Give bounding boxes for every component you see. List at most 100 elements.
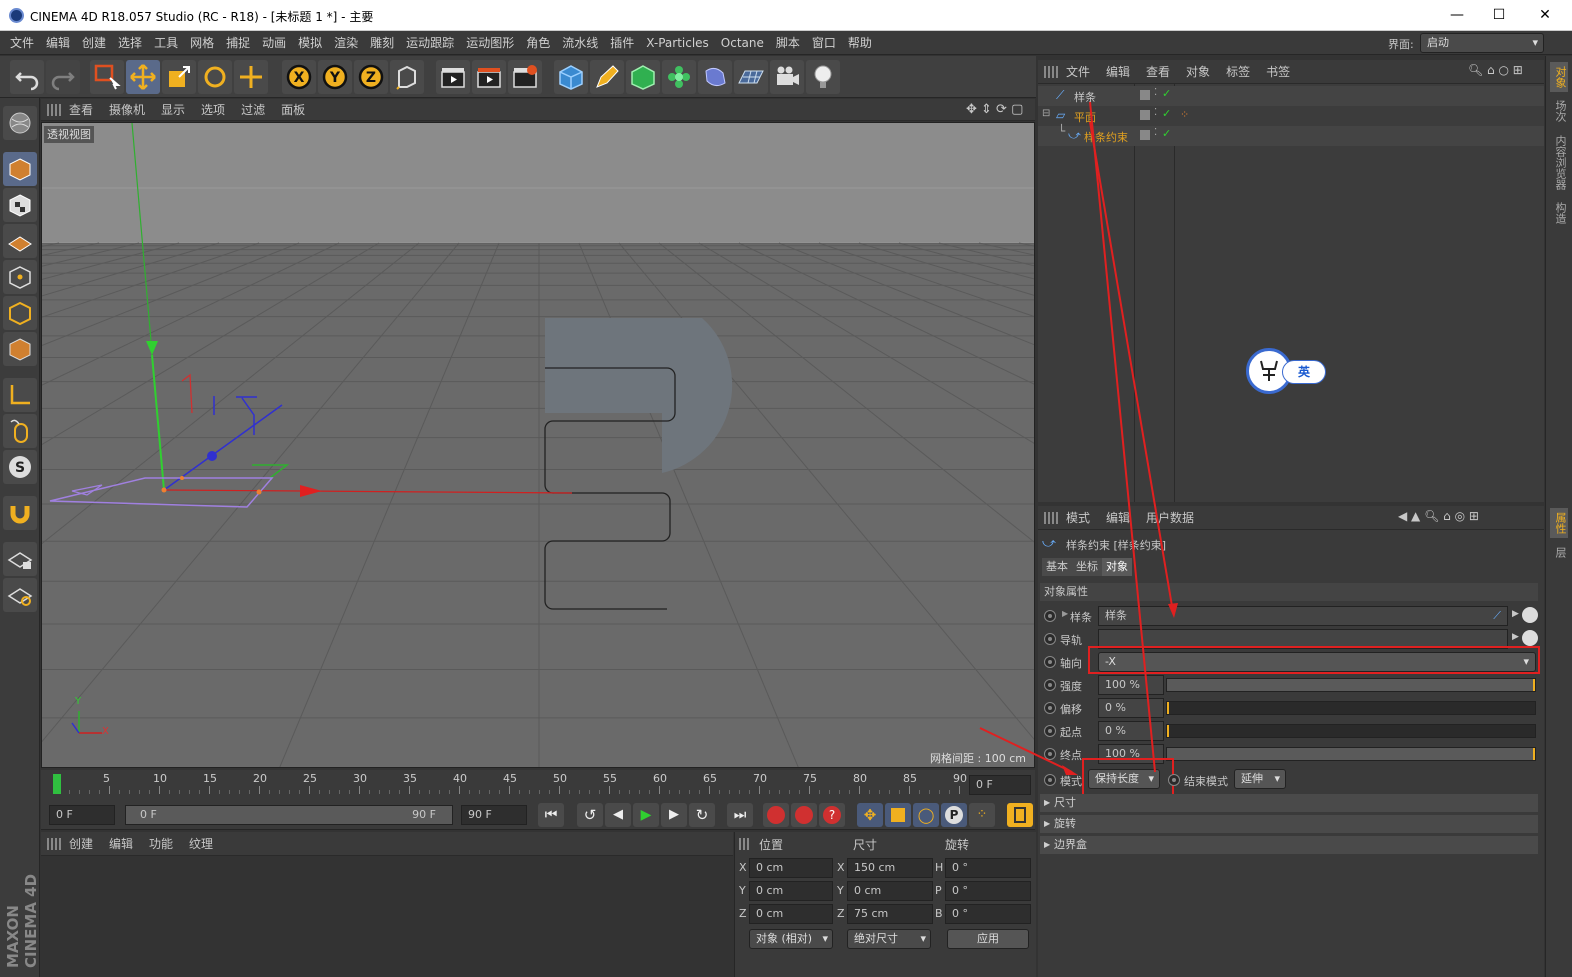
workplane-lock-button[interactable]	[3, 542, 37, 576]
menu-item[interactable]: 创建	[61, 832, 101, 856]
frame-range-slider[interactable]: 0 F 90 F	[125, 805, 453, 825]
menu-item[interactable]: 插件	[604, 31, 640, 55]
coordinate-system-button[interactable]	[390, 60, 424, 94]
size-field[interactable]: 0 cm	[847, 881, 933, 901]
rotation-field[interactable]: 0 °	[945, 858, 1031, 878]
tab-coord[interactable]: 坐标	[1072, 558, 1102, 576]
position-field[interactable]: 0 cm	[749, 904, 833, 924]
object-row-spline[interactable]: ⟋ 样条 ⁚ ✓	[1038, 86, 1544, 106]
tab-content-browser[interactable]: 内容浏览器	[1550, 130, 1568, 194]
perspective-viewport[interactable]: 透视视图 Y X 网格间距 : 100 cm	[41, 122, 1035, 768]
menu-item[interactable]: 模拟	[292, 31, 328, 55]
polygons-mode-button[interactable]	[3, 332, 37, 366]
viewport-nav-icons[interactable]: ✥ ⇕ ⟳ ▢	[966, 102, 1023, 117]
end-mode-select[interactable]: 延伸 ▾	[1234, 769, 1286, 789]
next-key-button[interactable]: ↻	[689, 803, 715, 827]
object-row-plane[interactable]: ⊟ ▱ 平面 ⁚ ✓ ⁘	[1038, 106, 1544, 126]
start-field[interactable]: 0 %	[1098, 721, 1164, 741]
ime-indicator[interactable]: 英	[1246, 348, 1326, 394]
prev-key-button[interactable]: ↺	[577, 803, 603, 827]
menu-item[interactable]: 对象	[1178, 60, 1218, 84]
magnet-button[interactable]	[3, 496, 37, 530]
menu-item[interactable]: 脚本	[770, 31, 806, 55]
model-mode-button[interactable]	[3, 152, 37, 186]
menu-item[interactable]: 标签	[1218, 60, 1258, 84]
menu-item[interactable]: 帮助	[842, 31, 878, 55]
group-bounding-box[interactable]: ▶ 边界盒	[1040, 836, 1538, 854]
z-axis-lock-button[interactable]: Z	[354, 60, 388, 94]
tab-takes[interactable]: 场次	[1550, 96, 1568, 126]
tab-objects[interactable]: 对象	[1550, 62, 1568, 92]
group-rotation[interactable]: ▶ 旋转	[1040, 815, 1538, 833]
menu-item[interactable]: 文件	[4, 31, 40, 55]
start-slider[interactable]	[1166, 724, 1536, 738]
menu-item[interactable]: X-Particles	[640, 31, 715, 55]
timeline-window-button[interactable]	[1007, 803, 1033, 827]
menu-item[interactable]: 角色	[520, 31, 556, 55]
offset-slider[interactable]	[1166, 701, 1536, 715]
anim-radio[interactable]	[1044, 679, 1056, 691]
link-arrow-icon[interactable]: ▶	[1512, 632, 1519, 642]
menu-item[interactable]: 查看	[61, 99, 101, 121]
rotation-field[interactable]: 0 °	[945, 904, 1031, 924]
key-pla-button[interactable]: ⁘	[969, 803, 995, 827]
menu-item[interactable]: 编辑	[101, 832, 141, 856]
pick-object-icon[interactable]	[1522, 607, 1538, 623]
cube-button[interactable]	[554, 60, 588, 94]
record-keyframe-button[interactable]	[763, 803, 789, 827]
size-field[interactable]: 75 cm	[847, 904, 933, 924]
floor-button[interactable]	[734, 60, 768, 94]
tab-structure[interactable]: 构造	[1550, 198, 1568, 228]
pick-object-icon[interactable]	[1522, 630, 1538, 646]
menu-item[interactable]: 工具	[148, 31, 184, 55]
workplane-align-button[interactable]	[3, 578, 37, 612]
menu-item[interactable]: 面板	[273, 99, 313, 121]
playhead[interactable]	[53, 774, 61, 794]
tweak-mode-button[interactable]	[3, 414, 37, 448]
menu-item[interactable]: 编辑	[40, 31, 76, 55]
tab-attributes[interactable]: 属性	[1550, 508, 1568, 538]
link-arrow-icon[interactable]: ▶	[1512, 609, 1519, 619]
light-button[interactable]	[806, 60, 840, 94]
menu-item[interactable]: 雕刻	[364, 31, 400, 55]
next-frame-button[interactable]: ▶	[661, 803, 687, 827]
menu-item[interactable]: 创建	[76, 31, 112, 55]
go-to-end-button[interactable]: ⏭	[727, 803, 753, 827]
menu-item[interactable]: 选项	[193, 99, 233, 121]
pen-spline-button[interactable]	[590, 60, 624, 94]
tab-object[interactable]: 对象	[1102, 558, 1132, 576]
end-slider[interactable]	[1166, 747, 1536, 761]
menu-item[interactable]: 窗口	[806, 31, 842, 55]
prev-frame-button[interactable]: ◀	[605, 803, 631, 827]
subdivision-button[interactable]	[626, 60, 660, 94]
position-field[interactable]: 0 cm	[749, 858, 833, 878]
camera-button[interactable]	[770, 60, 804, 94]
offset-field[interactable]: 0 %	[1098, 698, 1164, 718]
move-tool-button[interactable]	[126, 60, 160, 94]
scale-tool-button[interactable]	[162, 60, 196, 94]
object-manager-tools[interactable]: 🔍︎ ⌂ ○ ⊞	[1468, 63, 1523, 77]
keyframe-selection-button[interactable]: ?	[819, 803, 845, 827]
strength-field[interactable]: 100 %	[1098, 675, 1164, 695]
timeline-track[interactable]: 051015202530354045505560657075808590	[53, 772, 967, 794]
deformer-button[interactable]	[698, 60, 732, 94]
menu-item[interactable]: 用户数据	[1138, 506, 1202, 530]
anim-radio[interactable]	[1168, 774, 1180, 786]
close-button[interactable]: ✕	[1522, 0, 1568, 30]
menu-item[interactable]: 模式	[1058, 506, 1098, 530]
menu-item[interactable]: 动画	[256, 31, 292, 55]
object-list[interactable]: ⟋ 样条 ⁚ ✓ ⊟ ▱ 平面 ⁚ ✓ ⁘ └ ⤻ 样条约束 ⁚ ✓ 英	[1038, 84, 1544, 502]
cloner-button[interactable]	[662, 60, 696, 94]
y-axis-lock-button[interactable]: Y	[318, 60, 352, 94]
spline-link-field[interactable]: 样条 ⟋	[1098, 606, 1508, 626]
autokey-button[interactable]	[791, 803, 817, 827]
render-picture-viewer-button[interactable]	[472, 60, 506, 94]
anim-radio[interactable]	[1044, 656, 1056, 668]
live-select-button[interactable]	[90, 60, 124, 94]
menu-item[interactable]: 选择	[112, 31, 148, 55]
minimize-button[interactable]: —	[1434, 0, 1480, 30]
key-parameter-button[interactable]: P	[941, 803, 967, 827]
menu-item[interactable]: 文件	[1058, 60, 1098, 84]
maximize-button[interactable]: ☐	[1476, 0, 1522, 30]
make-editable-button[interactable]	[3, 106, 37, 140]
